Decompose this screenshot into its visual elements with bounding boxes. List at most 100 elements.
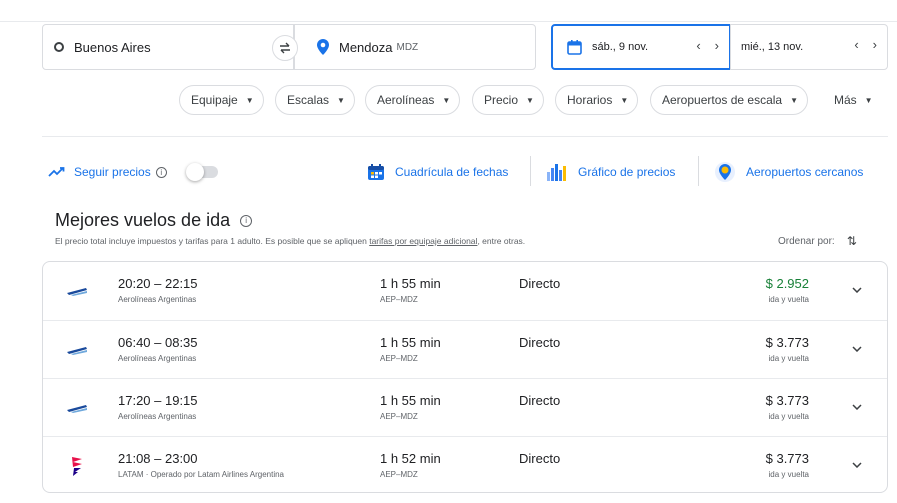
location-pin-icon — [317, 39, 329, 55]
departure-date-text: sáb., 9 nov. — [592, 41, 649, 53]
top-divider — [0, 21, 897, 22]
destination-text: Mendoza — [339, 39, 393, 55]
expand-chevron-icon[interactable] — [847, 455, 867, 475]
filter-mas[interactable]: Más ▼ — [823, 85, 882, 115]
filter-label: Más — [834, 93, 857, 107]
results-note-prefix: El precio total incluye impuestos y tari… — [55, 236, 370, 246]
flight-route: AEP–MDZ — [380, 470, 418, 479]
toggle-knob — [186, 163, 204, 181]
dropdown-caret-icon: ▼ — [337, 95, 345, 105]
flight-duration: 1 h 55 min — [380, 393, 441, 408]
filter-aeropuertos-escala[interactable]: Aeropuertos de escala ▼ — [650, 85, 808, 115]
flight-price: $ 2.952 — [765, 276, 809, 291]
flight-row[interactable]: 20:20 – 22:15 Aerolíneas Argentinas 1 h 55… — [43, 262, 887, 320]
info-icon[interactable]: i — [155, 166, 167, 178]
price-type: ida y vuelta — [768, 295, 809, 304]
filter-equipaje[interactable]: Equipaje ▼ — [179, 85, 264, 115]
info-icon[interactable]: i — [240, 215, 253, 227]
filter-aerolineas[interactable]: Aerolíneas ▼ — [365, 85, 461, 115]
filter-precio[interactable]: Precio ▼ — [472, 85, 544, 115]
prev-date-chevron-icon[interactable]: ‹ — [696, 38, 700, 53]
trend-line-icon — [48, 166, 66, 178]
origin-text: Buenos Aires — [74, 39, 151, 55]
filter-horarios[interactable]: Horarios ▼ — [555, 85, 639, 115]
departure-date-stepper: ‹ › — [696, 38, 719, 53]
origin-circle-icon — [54, 42, 64, 52]
bar-chart-icon — [546, 162, 568, 182]
flight-row[interactable]: 21:08 – 23:00 LATAM · Operado por Latam A… — [43, 436, 887, 492]
airline-name: LATAM · Operado por Latam Airlines Argen… — [118, 470, 285, 479]
flight-route: AEP–MDZ — [380, 354, 418, 363]
flight-list: 20:20 – 22:15 Aerolíneas Argentinas 1 h 55… — [42, 261, 888, 493]
tools-divider — [530, 156, 531, 186]
aerolineas-argentinas-logo — [65, 279, 89, 303]
destination-code: MDZ — [396, 41, 419, 53]
price-graph-label: Gráfico de precios — [578, 165, 676, 179]
flight-row[interactable]: 17:20 – 19:15 Aerolíneas Argentinas 1 h 55… — [43, 378, 887, 436]
nearby-airports-label: Aeropuertos cercanos — [746, 165, 864, 179]
calendar-icon — [567, 39, 582, 55]
flight-times: 20:20 – 22:15 — [118, 276, 198, 291]
prev-return-chevron-icon[interactable]: ‹ — [854, 37, 858, 52]
price-type: ida y vuelta — [768, 470, 809, 479]
flight-price: $ 3.773 — [765, 335, 809, 350]
filter-label: Aeropuertos de escala — [662, 93, 783, 107]
results-title: Mejores vuelos de ida — [55, 210, 231, 230]
filter-label: Escalas — [287, 93, 330, 107]
dropdown-caret-icon: ▼ — [442, 95, 451, 105]
destination-field[interactable]: Mendoza MDZ — [294, 24, 536, 70]
flight-duration: 1 h 55 min — [380, 335, 441, 350]
calendar-grid-icon — [367, 163, 385, 181]
swap-button[interactable] — [272, 35, 298, 61]
filter-label: Horarios — [567, 93, 613, 107]
results-heading: Mejores vuelos de ida i — [55, 210, 253, 231]
dropdown-caret-icon: ▼ — [864, 95, 873, 105]
track-prices[interactable]: Seguir precios i — [48, 158, 167, 186]
airline-name: Aerolíneas Argentinas — [118, 295, 197, 304]
expand-chevron-icon[interactable] — [847, 339, 867, 359]
latam-logo — [65, 454, 89, 478]
next-return-chevron-icon[interactable]: › — [873, 37, 877, 52]
return-date-field[interactable]: mié., 13 nov. ‹ › — [730, 24, 888, 70]
nearby-airports-button[interactable]: Aeropuertos cercanos — [714, 158, 863, 186]
expand-chevron-icon[interactable] — [847, 280, 867, 300]
date-grid-label: Cuadrícula de fechas — [395, 165, 509, 179]
origin-field[interactable]: Buenos Aires — [42, 24, 294, 70]
aerolineas-argentinas-logo — [65, 338, 89, 362]
tools-divider — [698, 156, 699, 186]
track-prices-toggle[interactable] — [186, 163, 218, 181]
flight-route: AEP–MDZ — [380, 412, 418, 421]
flight-times: 17:20 – 19:15 — [118, 393, 198, 408]
filter-label: Precio — [484, 93, 519, 107]
flight-stops: Directo — [519, 393, 561, 408]
sort-control[interactable]: Ordenar por: ⇅ — [778, 234, 857, 248]
date-grid-button[interactable]: Cuadrícula de fechas — [367, 158, 508, 186]
next-date-chevron-icon[interactable]: › — [715, 38, 719, 53]
dropdown-caret-icon: ▼ — [790, 95, 798, 105]
expand-chevron-icon[interactable] — [847, 397, 867, 417]
return-date-text: mié., 13 nov. — [741, 41, 804, 53]
departure-date-field[interactable]: sáb., 9 nov. ‹ › — [551, 24, 731, 70]
flight-route: AEP–MDZ — [380, 295, 418, 304]
dropdown-caret-icon: ▼ — [245, 95, 254, 105]
baggage-fees-link[interactable]: tarifas por equipaje adicional — [369, 236, 477, 246]
flight-price: $ 3.773 — [765, 393, 809, 408]
airline-name: Aerolíneas Argentinas — [118, 354, 197, 363]
results-note: El precio total incluye impuestos y tari… — [55, 236, 525, 246]
results-note-suffix: , entre otras. — [477, 236, 526, 246]
price-graph-button[interactable]: Gráfico de precios — [546, 158, 675, 186]
flight-stops: Directo — [519, 335, 561, 350]
return-date-stepper: ‹ › — [854, 37, 877, 52]
flight-duration: 1 h 52 min — [380, 451, 441, 466]
filter-label: Aerolíneas — [377, 93, 435, 107]
swap-arrows-icon — [280, 42, 290, 54]
flight-stops: Directo — [519, 451, 561, 466]
price-type: ida y vuelta — [768, 354, 809, 363]
map-pin-plane-icon — [714, 161, 736, 183]
flight-row[interactable]: 06:40 – 08:35 Aerolíneas Argentinas 1 h 55… — [43, 320, 887, 378]
dropdown-caret-icon: ▼ — [620, 95, 629, 105]
sort-arrows-icon: ⇅ — [846, 234, 857, 248]
price-type: ida y vuelta — [768, 412, 809, 421]
filter-escalas[interactable]: Escalas ▼ — [275, 85, 355, 115]
aerolineas-argentinas-logo — [65, 396, 89, 420]
